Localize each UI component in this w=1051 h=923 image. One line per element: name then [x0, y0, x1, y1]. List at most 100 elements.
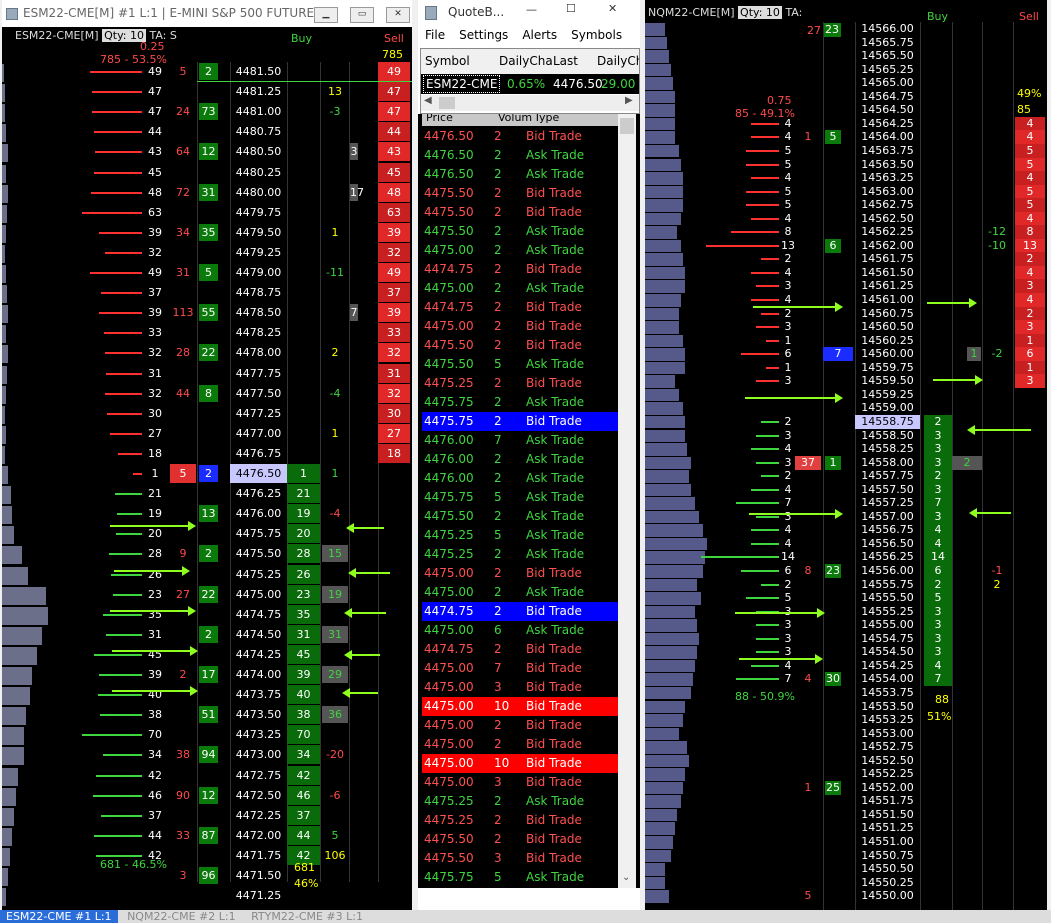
menu-settings[interactable]: Settings [459, 28, 508, 42]
nq-ladder-row[interactable]: 14565.50 [645, 49, 1047, 63]
nq-ladder[interactable]: 14566.00 14565.75 14565.50 14565.25 14565.00… [645, 22, 1047, 910]
col-symbol[interactable]: Symbol [425, 49, 470, 74]
nq-ladder-row[interactable]: 4 14554.25 4 [645, 658, 1047, 673]
nq-ladder-row[interactable]: 14552.75 [645, 740, 1047, 754]
es-ladder-row[interactable]: 32 28 22 4478.00 2 32 [2, 343, 412, 363]
nq-ladder-row[interactable]: 1 14559.75 1 [645, 360, 1047, 375]
quote-scrollbar[interactable]: ◀ ▶ [421, 95, 639, 111]
nq-ladder-row[interactable]: 14553.50 [645, 700, 1047, 714]
es-ladder-row[interactable]: 21 4476.25 21 [2, 484, 412, 504]
es-ladder-row[interactable]: 49 31 5 4479.00 -11 49 [2, 263, 412, 282]
nq-ladder-row[interactable]: 6 8 23 14556.00 6 -1 [645, 564, 1047, 578]
es-ladder-row[interactable]: 42 4471.75 42 106 [2, 845, 412, 865]
nq-ladder-row[interactable]: 14553.00 [645, 727, 1047, 741]
nq-ladder-row[interactable]: 14550.50 [645, 862, 1047, 876]
nq-ladder-row[interactable]: 14565.75 [645, 36, 1047, 50]
nq-ladder-row[interactable]: 14551.25 [645, 821, 1047, 835]
nq-ladder-row[interactable]: 5 14563.50 5 [645, 157, 1047, 172]
nq-ladder-row[interactable]: 14564.50 [645, 103, 1047, 117]
nq-ladder-row[interactable]: 3 37 1 14558.00 3 2 [645, 455, 1047, 470]
nq-ladder-row[interactable]: 4 14563.25 4 [645, 171, 1047, 186]
close-button[interactable]: ✕ [386, 7, 410, 23]
scroll-right-icon[interactable]: ▶ [625, 95, 633, 106]
es-ladder-row[interactable]: 3 96 4471.50 [2, 866, 412, 885]
nq-ladder-row[interactable]: 4 14564.25 4 [645, 116, 1047, 131]
nq-ladder-row[interactable]: 5 14550.00 [645, 889, 1047, 903]
es-ladder-row[interactable]: 33 4478.25 33 [2, 323, 412, 343]
nq-ladder-row[interactable]: 3 14559.50 3 [645, 374, 1047, 389]
nq-ladder-row[interactable]: 3 14554.75 3 [645, 631, 1047, 646]
quote-minimize-button[interactable]: — [526, 3, 537, 16]
nq-ladder-row[interactable]: 5 14555.50 5 [645, 591, 1047, 606]
nq-ladder-row[interactable]: 13 6 14562.00 -10 13 [645, 238, 1047, 253]
es-ladder-row[interactable]: 43 64 12 4480.50 3 43 [2, 142, 412, 162]
ts-scroll-down-icon[interactable]: ⌄ [622, 872, 630, 883]
es-ladder-row[interactable]: 44 33 87 4472.00 44 5 [2, 825, 412, 845]
tab-nqm22[interactable]: NQM22-CME #2 L:1 [121, 910, 242, 923]
es-ladder-row[interactable]: 40 4473.75 40 [2, 685, 412, 705]
nq-ladder-row[interactable]: 3 14561.25 3 [645, 279, 1047, 294]
es-ladder-row[interactable]: 32 44 8 4477.50 -4 32 [2, 383, 412, 403]
menu-symbols[interactable]: Symbols [571, 28, 622, 42]
es-title-bar[interactable]: ESM22-CME[M] #1 L:1 | E-MINI S&P 500 FUT… [2, 0, 412, 27]
es-ladder-row[interactable]: 42 4472.75 42 [2, 765, 412, 785]
quote-close-button[interactable]: ✕ [608, 2, 617, 15]
es-ladder-row[interactable]: 39 113 55 4478.50 7 39 [2, 303, 412, 323]
minimize-button[interactable]: ▁ [314, 7, 338, 23]
es-ladder-row[interactable]: 45 4480.25 45 [2, 162, 412, 182]
nq-ladder-row[interactable]: 4 14556.50 4 [645, 536, 1047, 551]
nq-ladder-row[interactable]: 4 1 5 14564.00 4 [645, 130, 1047, 145]
nq-ladder-row[interactable]: 2 14557.75 2 [645, 469, 1047, 484]
nq-ladder-row[interactable]: 14551.00 [645, 835, 1047, 849]
ts-col-type[interactable]: Type [534, 114, 559, 123]
nq-ladder-row[interactable]: 3 14555.00 3 [645, 618, 1047, 633]
menu-file[interactable]: File [425, 28, 445, 42]
nq-ladder-row[interactable]: 14559.00 [645, 401, 1047, 415]
es-ladder-row[interactable]: 18 4476.75 18 [2, 443, 412, 463]
es-ladder-row[interactable]: 44 4480.75 44 [2, 122, 412, 142]
col-dailychange[interactable]: DailyChan [499, 49, 553, 74]
nq-ladder-row[interactable]: 1 14560.25 1 [645, 333, 1047, 348]
tab-esm22[interactable]: ESM22-CME #1 L:1 [0, 910, 118, 923]
nq-ladder-row[interactable]: 14 14556.25 14 [645, 550, 1047, 565]
nq-ladder-row[interactable]: 14566.00 [645, 22, 1047, 36]
ts-panel[interactable]: Price Volum Type 4476.50 2 Bid Trade 4476.5… [418, 114, 640, 888]
nq-ladder-row[interactable]: 314555.253 [645, 604, 1047, 619]
ts-col-volume[interactable]: Volum [498, 114, 532, 123]
nq-ladder-row[interactable]: 3 14560.50 3 [645, 320, 1047, 335]
es-ladder-row[interactable]: 27 4477.00 1 27 [2, 423, 412, 443]
nq-ladder-row[interactable]: 5 14563.00 5 [645, 184, 1047, 199]
nq-ladder-row[interactable]: 4 14556.75 4 [645, 523, 1047, 538]
es-ladder-row[interactable]: 1 5 2 4476.50 1 1 [2, 464, 412, 483]
nq-ladder-row[interactable]: 5 14563.75 5 [645, 143, 1047, 158]
es-ladder-row[interactable]: 31 2 4474.50 31 31 [2, 624, 412, 644]
es-ladder-row[interactable]: 19 13 4476.00 19 -4 [2, 504, 412, 524]
nq-ladder-row[interactable]: 3 14554.50 3 [645, 645, 1047, 660]
es-ladder-row[interactable]: 46 90 12 4472.50 46 -6 [2, 785, 412, 805]
nq-ladder-row[interactable]: 7 4 30 14554.00 7 [645, 672, 1047, 687]
nq-ladder-row[interactable]: 14552.25 [645, 767, 1047, 781]
es-ladder-row[interactable]: 37 4478.75 37 [2, 283, 412, 303]
ts-scroll-thumb[interactable] [620, 118, 634, 134]
nq-ladder-row[interactable]: 14550.25 [645, 876, 1047, 890]
nq-ladder-row[interactable]: 4 14561.50 4 [645, 265, 1047, 280]
nq-ladder-row[interactable]: 14565.00 [645, 76, 1047, 90]
es-ladder-row[interactable]: 31 4477.75 31 [2, 363, 412, 383]
es-ladder-row[interactable]: 34 38 94 4473.00 34 -20 [2, 745, 412, 765]
nq-ladder-row[interactable]: 14553.25 [645, 713, 1047, 727]
nq-ladder-row[interactable]: 4 14561.00 4 [645, 293, 1047, 307]
quote-row[interactable]: ESM22-CME 0.65% 4476.50 29.00 [421, 74, 639, 94]
es-ladder-row[interactable]: 37 4472.25 37 [2, 805, 412, 825]
col-last[interactable]: Last [553, 49, 578, 74]
es-ladder-row[interactable]: 63 4479.75 63 [2, 202, 412, 222]
es-ladder-row[interactable]: 70 4473.25 70 [2, 725, 412, 745]
maximize-button[interactable]: ▭ [350, 7, 374, 23]
es-ladder-row[interactable]: 39 34 35 4479.50 1 39 [2, 222, 412, 242]
ts-vscrollbar[interactable]: ⌄ [618, 114, 636, 888]
es-ladder-row[interactable]: 47 24 73 4481.00 -3 47 [2, 102, 412, 122]
nq-ladder-row[interactable]: 14552.50 [645, 754, 1047, 768]
nq-ladder-row[interactable]: 4 14562.50 4 [645, 211, 1047, 226]
nq-qty-field[interactable]: Qty: 10 [738, 6, 782, 19]
tab-rtym22[interactable]: RTYM22-CME #3 L:1 [245, 910, 369, 923]
nq-ladder-row[interactable]: 1 25 14552.00 [645, 780, 1047, 795]
